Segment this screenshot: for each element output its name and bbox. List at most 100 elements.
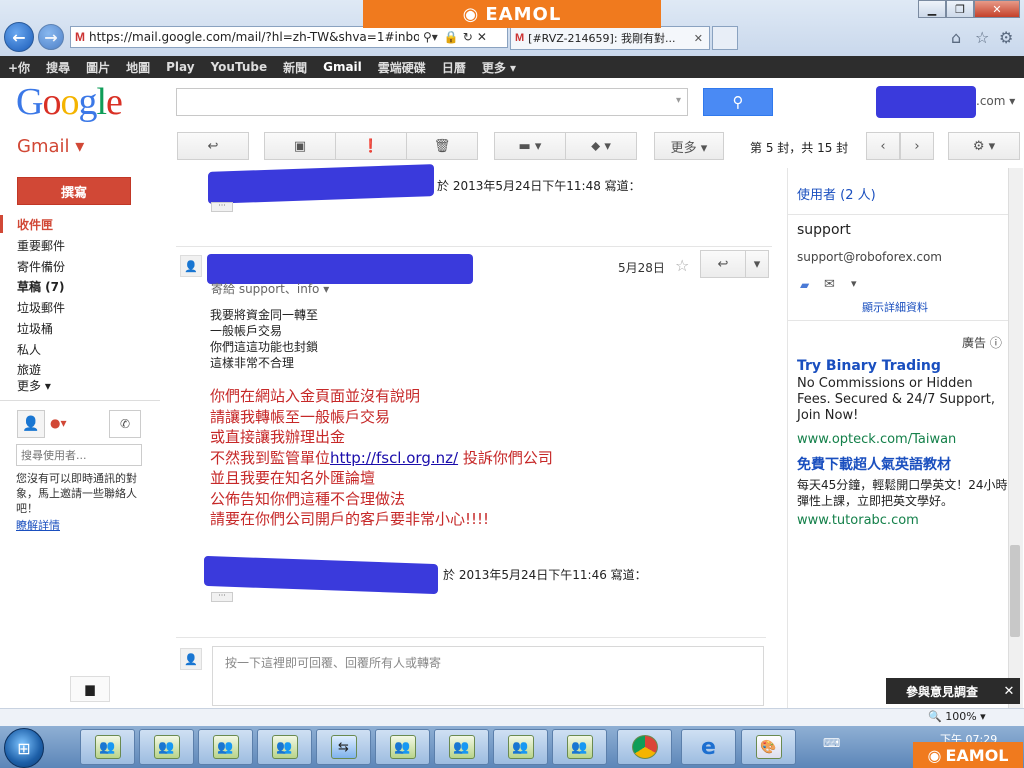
- report-spam-button[interactable]: ❗: [335, 132, 407, 160]
- back-to-inbox-button[interactable]: ↩: [177, 132, 249, 160]
- gbar-youtube[interactable]: YouTube: [203, 60, 276, 74]
- taskbar-ie[interactable]: e: [681, 729, 736, 765]
- people-header[interactable]: 使用者 (2 人): [797, 184, 876, 203]
- sidebar-item-important[interactable]: 重要郵件: [17, 237, 65, 254]
- close-tab-icon[interactable]: ✕: [694, 32, 703, 45]
- call-phone-button[interactable]: ✆: [109, 410, 141, 438]
- sidebar-item-spam[interactable]: 垃圾郵件: [17, 299, 65, 316]
- address-bar[interactable]: M https://mail.google.com/mail/?hl=zh-TW…: [70, 26, 508, 48]
- new-tab-button[interactable]: [712, 26, 738, 50]
- sidebar-item-more[interactable]: 更多 ▾: [17, 377, 51, 394]
- chat-toggle-button[interactable]: ▆: [70, 676, 110, 702]
- taskbar-app-4[interactable]: 👥: [257, 729, 312, 765]
- search-options-chevron-down-icon[interactable]: ▾: [676, 95, 681, 106]
- sidebar-item-inbox[interactable]: 收件匣: [17, 216, 53, 233]
- close-feedback-icon[interactable]: ✕: [998, 678, 1020, 704]
- sidebar-item-sent[interactable]: 寄件備份: [17, 258, 65, 275]
- archive-button[interactable]: ▣: [264, 132, 336, 160]
- prev-message-button[interactable]: ‹: [866, 132, 900, 160]
- taskbar-app-3[interactable]: 👥: [198, 729, 253, 765]
- feedback-survey-button[interactable]: 參與意見調查: [886, 678, 998, 704]
- gbar-more[interactable]: 更多 ▾: [474, 59, 524, 76]
- taskbar-app-6[interactable]: 👥: [434, 729, 489, 765]
- taskbar-app-2[interactable]: 👥: [139, 729, 194, 765]
- home-icon[interactable]: ⌂: [951, 28, 961, 47]
- ads-label[interactable]: 廣告 ⓘ: [962, 334, 1002, 351]
- taskbar-paint[interactable]: 🎨: [741, 729, 796, 765]
- ad-2[interactable]: 免費下載超人氣英語教材 每天45分鐘，輕鬆開口學英文！24小時彈性上課，立即把英…: [797, 454, 1011, 528]
- gbar-calendar[interactable]: 日曆: [434, 59, 474, 76]
- fscl-link[interactable]: http://fscl.org.nz/: [330, 449, 458, 467]
- compose-button[interactable]: 撰寫: [17, 177, 131, 205]
- star-icon[interactable]: ☆: [675, 256, 689, 275]
- taskbar-app-5[interactable]: 👥: [375, 729, 430, 765]
- favorites-star-icon[interactable]: ☆: [975, 28, 989, 47]
- reply-box[interactable]: 按一下這裡即可回覆、回覆所有人或轉寄: [212, 646, 764, 706]
- ad-url[interactable]: www.opteck.com/Taiwan: [797, 432, 1009, 447]
- body-line: 你們在網站入金頁面並沒有說明: [210, 387, 421, 405]
- search-input[interactable]: ▾: [176, 88, 688, 116]
- body-line: 並且我要在知名外匯論壇: [210, 469, 376, 487]
- gbar-maps[interactable]: 地圖: [118, 59, 158, 76]
- sidebar-item-trash[interactable]: 垃圾桶: [17, 320, 53, 337]
- taskbar-app-1[interactable]: 👥: [80, 729, 135, 765]
- more-button[interactable]: 更多 ▾: [654, 132, 724, 160]
- move-to-button[interactable]: ▬ ▾: [494, 132, 566, 160]
- chat-icon[interactable]: ▰: [800, 278, 809, 292]
- contact-more-chevron-down-icon[interactable]: ▾: [851, 277, 857, 290]
- sidebar-item-drafts[interactable]: 草稿 (7): [17, 278, 65, 295]
- gmail-app-switcher[interactable]: Gmail ▾: [17, 136, 84, 157]
- chat-status-dropdown[interactable]: ●▾: [50, 416, 67, 430]
- ad-url[interactable]: www.tutorabc.com: [797, 513, 1011, 528]
- gbar-drive[interactable]: 雲端硬碟: [370, 59, 434, 76]
- gbar-play[interactable]: Play: [158, 60, 202, 74]
- sidebar-item-personal[interactable]: 私人: [17, 341, 41, 358]
- zoom-control[interactable]: 🔍 100% ▾: [928, 710, 986, 723]
- account-menu[interactable]: .com ▾: [976, 94, 1015, 108]
- delete-button[interactable]: 🗑: [406, 132, 478, 160]
- maximize-button[interactable]: ❐: [946, 0, 974, 18]
- taskbar-app-7[interactable]: 👥: [493, 729, 548, 765]
- back-button[interactable]: ←: [4, 22, 34, 52]
- keyboard-icon[interactable]: ⌨: [823, 736, 840, 750]
- taskbar-chrome[interactable]: [617, 729, 672, 765]
- more-options-button[interactable]: ▾: [745, 250, 769, 278]
- ad-title[interactable]: 免費下載超人氣英語教材: [797, 454, 1011, 474]
- gbar-plus[interactable]: +你: [0, 59, 38, 76]
- taskbar-app-8[interactable]: 👥: [552, 729, 607, 765]
- next-message-button[interactable]: ›: [900, 132, 934, 160]
- search-button[interactable]: ⚲: [703, 88, 773, 116]
- search-dropdown-icon[interactable]: ⚲▾: [423, 30, 438, 44]
- forward-button[interactable]: →: [38, 24, 64, 50]
- tools-gear-icon[interactable]: ⚙: [999, 28, 1013, 47]
- show-trimmed-button-2[interactable]: ···: [211, 592, 233, 602]
- reply-button[interactable]: ↩: [700, 250, 746, 278]
- ad-1[interactable]: Try Binary Trading No Commissions or Hid…: [797, 358, 1009, 447]
- chat-search-input[interactable]: [16, 444, 142, 466]
- close-window-button[interactable]: ✕: [974, 0, 1020, 18]
- mail-icon[interactable]: ✉: [824, 277, 835, 292]
- show-details-link[interactable]: 顯示詳細資料: [862, 299, 928, 315]
- browser-tab[interactable]: M [#RVZ-214659]: 我剛有對... ✕: [510, 26, 710, 50]
- settings-button[interactable]: ⚙ ▾: [948, 132, 1020, 160]
- scrollbar-thumb[interactable]: [1010, 545, 1020, 637]
- gbar-gmail[interactable]: Gmail: [315, 60, 370, 74]
- message-recipients[interactable]: 寄給 support、info ▾: [211, 280, 329, 297]
- labels-button[interactable]: ⬥ ▾: [565, 132, 637, 160]
- gbar-news[interactable]: 新聞: [275, 59, 315, 76]
- app-icon: 👥: [153, 735, 180, 759]
- show-trimmed-button-1[interactable]: ···: [211, 202, 233, 212]
- learn-more-link[interactable]: 瞭解詳情: [16, 517, 60, 533]
- stop-icon[interactable]: ✕: [477, 30, 487, 44]
- minimize-button[interactable]: ▁: [918, 0, 946, 18]
- ad-title[interactable]: Try Binary Trading: [797, 358, 1009, 374]
- gbar-search[interactable]: 搜尋: [38, 59, 78, 76]
- watermark-text: EAMOL: [945, 745, 1009, 765]
- gbar-images[interactable]: 圖片: [78, 59, 118, 76]
- start-button[interactable]: ⊞: [4, 728, 44, 768]
- refresh-icon[interactable]: ↻: [463, 30, 473, 44]
- google-logo[interactable]: Google: [16, 80, 123, 124]
- taskbar-teamviewer[interactable]: ⇆: [316, 729, 371, 765]
- sidebar-item-travel[interactable]: 旅遊: [17, 361, 41, 378]
- chat-avatar[interactable]: 👤: [17, 410, 45, 438]
